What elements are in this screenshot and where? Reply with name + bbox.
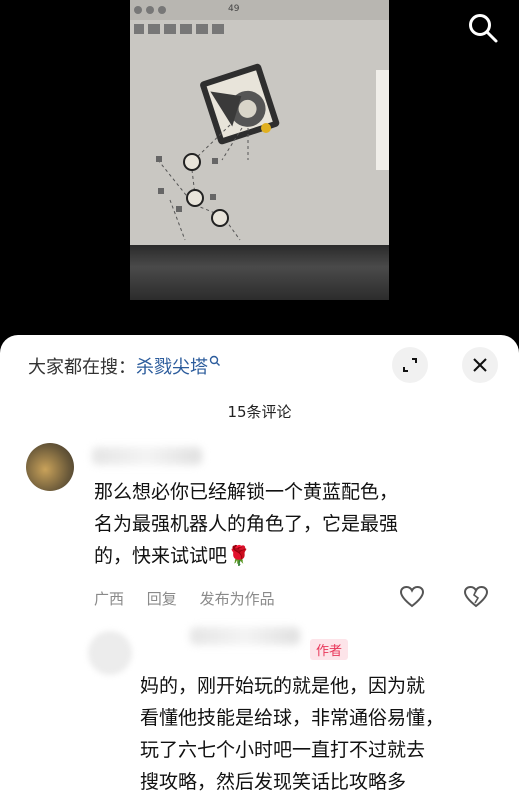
expand-icon bbox=[403, 358, 417, 372]
close-icon bbox=[473, 358, 487, 372]
game-map-drawing bbox=[134, 6, 389, 241]
username-blurred[interactable] bbox=[92, 447, 202, 465]
like-icon bbox=[399, 585, 425, 608]
comment-line: 的，快来试试吧🌹 bbox=[94, 540, 504, 572]
reply-line: 看懂他技能是给球，非常通俗易懂， bbox=[140, 707, 445, 729]
video-area: 49 bbox=[0, 0, 519, 335]
comment-line: 那么想必你已经解锁一个黄蓝配色， bbox=[94, 481, 399, 503]
expand-button[interactable] bbox=[392, 347, 428, 383]
search-icon bbox=[469, 14, 498, 43]
publish-as-work-button[interactable]: 发布为作品 bbox=[200, 590, 275, 608]
search-button[interactable] bbox=[465, 10, 501, 46]
dislike-button[interactable] bbox=[460, 583, 492, 611]
comment-text: 那么想必你已经解锁一个黄蓝配色， 名为最强机器人的角色了，它是最强 的，快来试试… bbox=[94, 476, 504, 572]
reply-username-blurred[interactable] bbox=[190, 627, 300, 645]
game-screen: 49 bbox=[130, 0, 389, 245]
trending-prefix: 大家都在搜： bbox=[28, 357, 136, 378]
reply-line: 搜攻略，然后发现笑话比攻略多 bbox=[140, 771, 407, 793]
dislike-icon bbox=[463, 585, 489, 608]
comment-meta: 广西 回复 发布为作品 bbox=[94, 588, 293, 609]
comments-panel: 大家都在搜：杀戮尖塔 15条评论 那么想必你已经解锁一个黄蓝配色， 名为最强机器… bbox=[0, 335, 519, 800]
reply-avatar[interactable] bbox=[88, 631, 132, 675]
trending-query[interactable]: 杀戮尖塔 bbox=[136, 357, 208, 378]
like-button[interactable] bbox=[396, 583, 428, 611]
close-button[interactable] bbox=[462, 347, 498, 383]
rose-emoji: 🌹 bbox=[227, 545, 251, 567]
monitor-bezel bbox=[130, 245, 389, 300]
comment-location: 广西 bbox=[94, 590, 125, 608]
reply-line: 玩了六七个小时吧一直打不过就去 bbox=[140, 739, 426, 761]
comment-line-text: 的，快来试试吧 bbox=[94, 545, 228, 567]
small-search-icon bbox=[209, 355, 220, 366]
reply-line: 妈的，刚开始玩的就是他，因为就 bbox=[140, 675, 426, 697]
trending-search[interactable]: 大家都在搜：杀戮尖塔 bbox=[28, 353, 221, 379]
reply-button[interactable]: 回复 bbox=[147, 590, 177, 608]
reply-text: 妈的，刚开始玩的就是他，因为就 看懂他技能是给球，非常通俗易懂， 玩了六七个小时… bbox=[140, 670, 510, 798]
comment-line: 名为最强机器人的角色了，它是最强 bbox=[94, 513, 399, 535]
comment-count: 15条评论 bbox=[227, 403, 292, 421]
video-frame[interactable]: 49 bbox=[130, 0, 389, 300]
author-tag: 作者 bbox=[310, 639, 349, 660]
avatar[interactable] bbox=[26, 443, 74, 491]
